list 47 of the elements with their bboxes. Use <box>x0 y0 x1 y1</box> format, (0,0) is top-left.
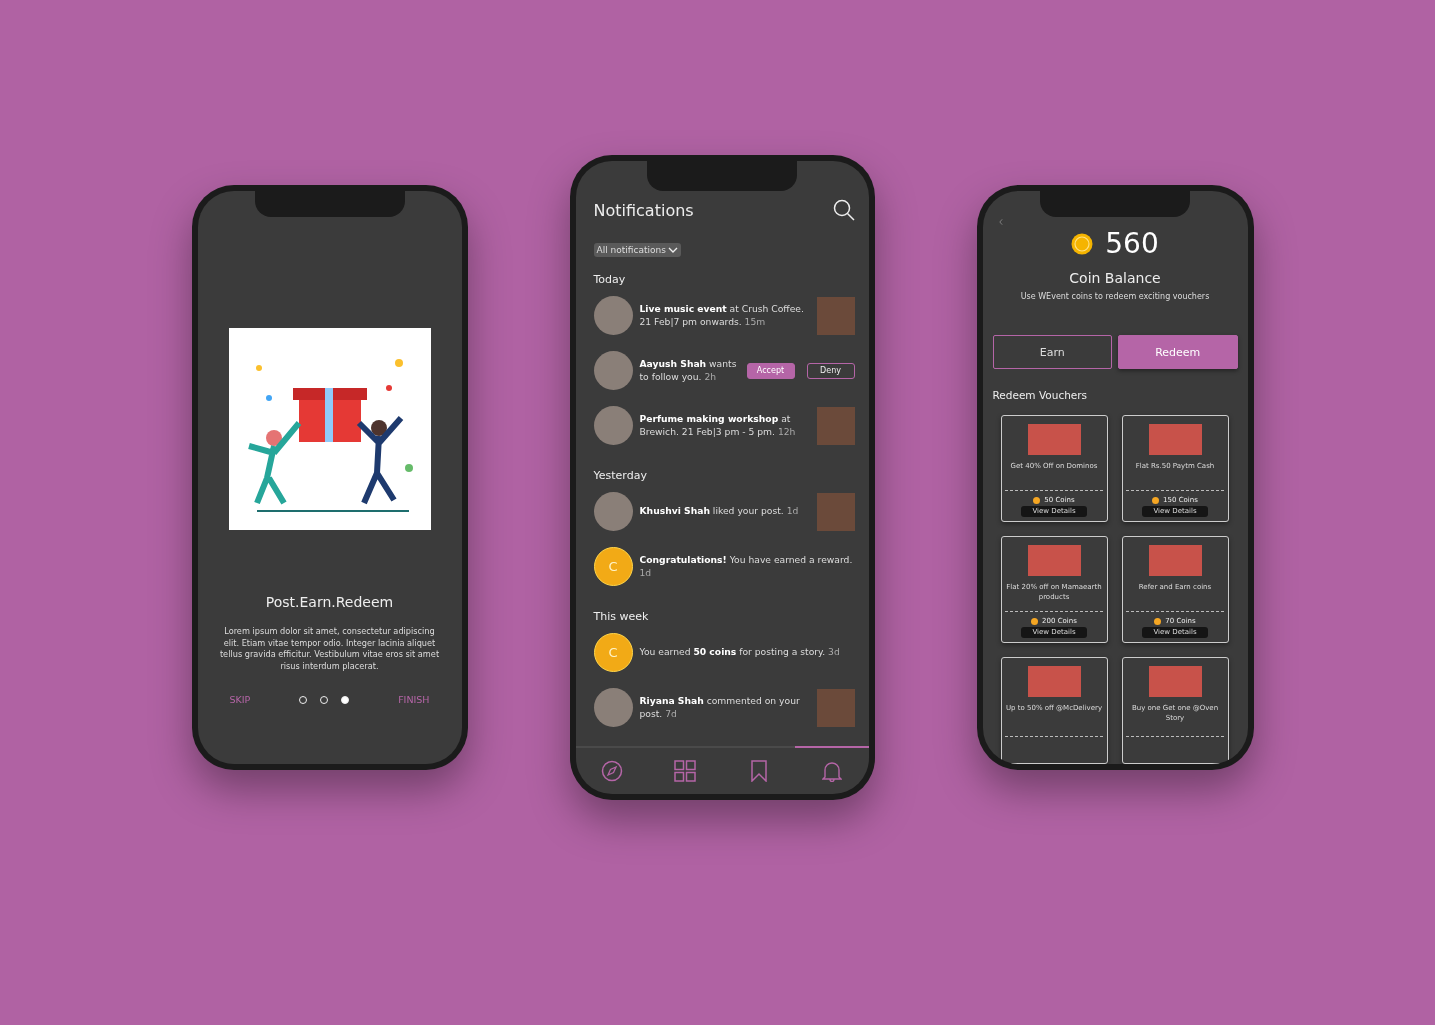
photo-thumbnail[interactable] <box>816 688 855 727</box>
bookmark-icon <box>750 760 767 782</box>
avatar-photo <box>593 688 633 727</box>
screen-title: Notifications <box>593 200 694 220</box>
photo-thumbnail[interactable] <box>816 492 855 531</box>
coin-avatar: C <box>593 547 633 586</box>
page-indicator-dot[interactable] <box>341 695 350 704</box>
tab[interactable]: Earn <box>992 335 1112 369</box>
balance-label: Coin Balance <box>1068 270 1162 286</box>
coin-icon <box>1071 232 1094 255</box>
search-icon[interactable] <box>832 199 855 221</box>
tab[interactable]: Redeem <box>1118 335 1238 369</box>
filter-dropdown[interactable]: All notifications <box>593 243 681 257</box>
onboarding-title: Post.Earn.Redeem <box>265 594 394 610</box>
avatar-photo <box>593 296 633 335</box>
voucher-banner-image <box>1148 545 1202 576</box>
avatar-photo <box>593 492 633 531</box>
section-heading: This week <box>593 610 650 623</box>
voucher-banner-image <box>1027 424 1081 455</box>
coin-avatar: C <box>593 633 633 672</box>
voucher-banner-image <box>1148 424 1202 455</box>
notification-text: Congratulations! You have earned a reward. 1d <box>639 554 854 579</box>
notification-text: Khushvi Shah liked your post. 1d <box>639 505 800 518</box>
voucher-banner-image <box>1027 545 1081 576</box>
avatar-photo <box>593 406 633 445</box>
compass-icon <box>601 760 624 782</box>
section-heading: Yesterday <box>593 469 648 482</box>
voucher-banner-image <box>1027 666 1081 697</box>
notification-text: Live music event at Crush Coffee. 21 Feb|7 pm onwards. 15m <box>639 303 805 328</box>
photo-thumbnail[interactable] <box>816 406 855 445</box>
coin-balance: 560 <box>1105 227 1159 260</box>
photo-thumbnail[interactable] <box>816 296 855 335</box>
grid-icon <box>674 760 697 782</box>
notification-text: You earned 50 coins for posting a story. 3d <box>639 646 841 659</box>
bell-icon <box>821 760 842 782</box>
section-heading: Redeem Vouchers <box>992 389 1089 401</box>
balance-subtitle: Use WEvent coins to redeem exciting vouchers <box>1019 292 1211 301</box>
avatar-photo <box>593 351 633 390</box>
notification-text: Perfume making workshop at Brewich. 21 Feb|3 pm - 5 pm. 12h <box>639 413 797 438</box>
deny-button[interactable]: Deny <box>806 362 855 379</box>
accept-button[interactable]: Accept <box>746 362 795 379</box>
onboarding-description: Lorem ipsum dolor sit amet, consectetur adipiscing elit. Etiam vitae tempor odio. Integer lacinia aliquet tellus gravida efficitur. Vestibulum vitae eros sit amet risus interdum placerat. <box>218 626 441 672</box>
notification-text: Riyana Shah commented on your post. 7d <box>639 695 801 720</box>
voucher-banner-image <box>1148 666 1202 697</box>
section-heading: Today <box>593 273 627 286</box>
chevron-down-icon <box>667 247 678 253</box>
notification-text: Aayush Shah wants to follow you. 2h <box>639 358 738 383</box>
